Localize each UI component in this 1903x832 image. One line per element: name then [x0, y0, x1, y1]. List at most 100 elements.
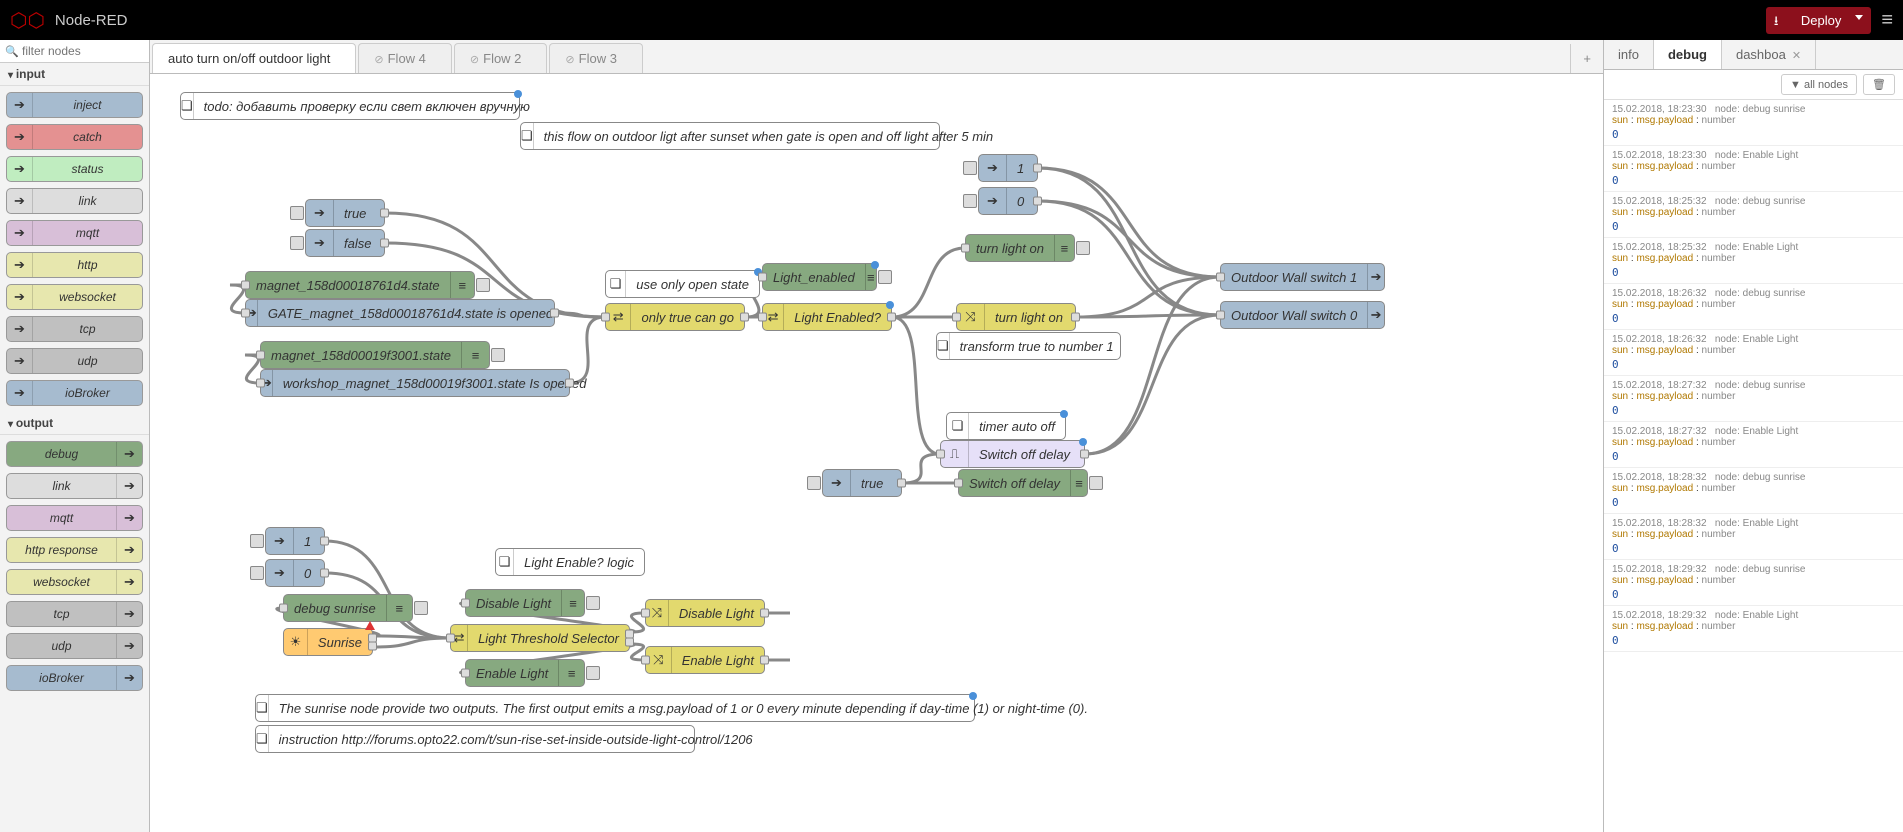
inject-button[interactable]: [963, 194, 977, 208]
tab-dashboard[interactable]: dashboa✕: [1722, 40, 1816, 69]
palette-node-http-response[interactable]: http response➔: [6, 537, 143, 563]
flow-tab[interactable]: ⊘Flow 3: [549, 43, 643, 73]
switch-node[interactable]: ⇄Light Enabled?: [762, 303, 892, 331]
tab-debug[interactable]: debug: [1654, 40, 1722, 69]
inject-0[interactable]: ➔0: [265, 559, 325, 587]
inject-true[interactable]: ➔true: [305, 199, 385, 227]
debug-message[interactable]: 15.02.2018, 18:27:32 node: debug sunrise…: [1604, 376, 1903, 422]
debug-message[interactable]: 15.02.2018, 18:29:32 node: debug sunrise…: [1604, 560, 1903, 606]
switch-node[interactable]: ⇄only true can go: [605, 303, 745, 331]
comment-icon: ❏: [521, 123, 534, 149]
palette-node-link[interactable]: ➔link: [6, 188, 143, 214]
debug-message[interactable]: 15.02.2018, 18:23:30 node: Enable Lights…: [1604, 146, 1903, 192]
inject-button[interactable]: [250, 534, 264, 548]
comment-node[interactable]: ❏transform true to number 1: [936, 332, 1121, 360]
debug-toggle[interactable]: [476, 278, 490, 292]
iobroker-out[interactable]: Outdoor Wall switch 0➔: [1220, 301, 1385, 329]
palette-search-input[interactable]: [0, 40, 149, 63]
debug-message-list[interactable]: 15.02.2018, 18:23:30 node: debug sunrise…: [1604, 100, 1903, 832]
palette-category-output[interactable]: output: [0, 412, 149, 435]
debug-node[interactable]: magnet_158d00019f3001.state≡: [260, 341, 490, 369]
inject-button[interactable]: [250, 566, 264, 580]
palette-category-input[interactable]: input: [0, 63, 149, 86]
debug-node[interactable]: Disable Light≡: [465, 589, 585, 617]
debug-toggle[interactable]: [414, 601, 428, 615]
inject-true[interactable]: ➔true: [822, 469, 902, 497]
debug-toggle[interactable]: [586, 666, 600, 680]
inject-false[interactable]: ➔false: [305, 229, 385, 257]
debug-message[interactable]: 15.02.2018, 18:28:32 node: debug sunrise…: [1604, 468, 1903, 514]
flow-tab[interactable]: auto turn on/off outdoor light: [152, 43, 356, 73]
palette-node-ioBroker[interactable]: ioBroker➔: [6, 665, 143, 691]
debug-message[interactable]: 15.02.2018, 18:26:32 node: debug sunrise…: [1604, 284, 1903, 330]
debug-message[interactable]: 15.02.2018, 18:25:32 node: Enable Lights…: [1604, 238, 1903, 284]
comment-node[interactable]: ❏timer auto off: [946, 412, 1066, 440]
arrow-icon: ➔: [823, 470, 851, 496]
comment-node[interactable]: ❏this flow on outdoor ligt after sunset …: [520, 122, 940, 150]
debug-message[interactable]: 15.02.2018, 18:28:32 node: Enable Lights…: [1604, 514, 1903, 560]
palette-node-tcp[interactable]: tcp➔: [6, 601, 143, 627]
change-node[interactable]: ⤨Enable Light: [645, 646, 765, 674]
close-icon[interactable]: ✕: [1792, 50, 1801, 62]
sunrise-node[interactable]: ☀Sunrise: [283, 628, 373, 656]
debug-toggle[interactable]: [1076, 241, 1090, 255]
inject-button[interactable]: [290, 206, 304, 220]
inject-button[interactable]: [807, 476, 821, 490]
palette-node-mqtt[interactable]: mqtt➔: [6, 505, 143, 531]
add-flow-button[interactable]: +: [1570, 44, 1603, 73]
palette-node-debug[interactable]: debug➔: [6, 441, 143, 467]
debug-message[interactable]: 15.02.2018, 18:23:30 node: debug sunrise…: [1604, 100, 1903, 146]
iobroker-node[interactable]: ➔GATE_magnet_158d00018761d4.state is ope…: [245, 299, 555, 327]
inject-0[interactable]: ➔0: [978, 187, 1038, 215]
debug-toggle[interactable]: [878, 270, 892, 284]
comment-node[interactable]: ❏The sunrise node provide two outputs. T…: [255, 694, 975, 722]
comment-node[interactable]: ❏todo: добавить проверку если свет включ…: [180, 92, 520, 120]
iobroker-out[interactable]: Outdoor Wall switch 1➔: [1220, 263, 1385, 291]
palette-node-inject[interactable]: ➔inject: [6, 92, 143, 118]
debug-message[interactable]: 15.02.2018, 18:25:32 node: debug sunrise…: [1604, 192, 1903, 238]
palette-node-websocket[interactable]: websocket➔: [6, 569, 143, 595]
debug-node[interactable]: turn light on≡: [965, 234, 1075, 262]
change-node[interactable]: ⤨Disable Light: [645, 599, 765, 627]
trigger-node[interactable]: ⎍Switch off delay: [940, 440, 1085, 468]
debug-node[interactable]: Switch off delay≡: [958, 469, 1088, 497]
canvas[interactable]: ❏todo: добавить проверку если свет включ…: [150, 74, 1603, 832]
debug-node[interactable]: debug sunrise≡: [283, 594, 413, 622]
debug-message[interactable]: 15.02.2018, 18:27:32 node: Enable Lights…: [1604, 422, 1903, 468]
palette-node-tcp[interactable]: ➔tcp: [6, 316, 143, 342]
flow-tab[interactable]: ⊘Flow 2: [454, 43, 548, 73]
debug-message[interactable]: 15.02.2018, 18:29:32 node: Enable Lights…: [1604, 606, 1903, 652]
switch-node[interactable]: ⇄Light Threshold Selector: [450, 624, 630, 652]
inject-button[interactable]: [290, 236, 304, 250]
debug-node[interactable]: Enable Light≡: [465, 659, 585, 687]
clear-debug-button[interactable]: 🗑: [1863, 74, 1895, 95]
debug-toggle[interactable]: [1089, 476, 1103, 490]
palette-node-status[interactable]: ➔status: [6, 156, 143, 182]
palette-node-link[interactable]: link➔: [6, 473, 143, 499]
inject-1[interactable]: ➔1: [265, 527, 325, 555]
palette-node-udp[interactable]: udp➔: [6, 633, 143, 659]
inject-button[interactable]: [963, 161, 977, 175]
palette-node-websocket[interactable]: ➔websocket: [6, 284, 143, 310]
palette-node-mqtt[interactable]: ➔mqtt: [6, 220, 143, 246]
palette-node-udp[interactable]: ➔udp: [6, 348, 143, 374]
tab-info[interactable]: info: [1604, 40, 1654, 69]
palette-node-catch[interactable]: ➔catch: [6, 124, 143, 150]
flow-tab[interactable]: ⊘Flow 4: [358, 43, 452, 73]
filter-all-nodes[interactable]: ▼ all nodes: [1781, 74, 1857, 95]
menu-icon[interactable]: ≡: [1881, 9, 1893, 32]
palette-node-ioBroker[interactable]: ➔ioBroker: [6, 380, 143, 406]
debug-message[interactable]: 15.02.2018, 18:26:32 node: Enable Lights…: [1604, 330, 1903, 376]
palette-node-http[interactable]: ➔http: [6, 252, 143, 278]
debug-toggle[interactable]: [586, 596, 600, 610]
inject-1[interactable]: ➔1: [978, 154, 1038, 182]
iobroker-node[interactable]: ➔workshop_magnet_158d00019f3001.state Is…: [260, 369, 570, 397]
comment-node[interactable]: ❏instruction http://forums.opto22.com/t/…: [255, 725, 695, 753]
debug-node[interactable]: Light_enabled≡: [762, 263, 877, 291]
debug-node[interactable]: magnet_158d00018761d4.state≡: [245, 271, 475, 299]
comment-node[interactable]: ❏Light Enable? logic: [495, 548, 645, 576]
change-node[interactable]: ⤨turn light on: [956, 303, 1076, 331]
deploy-button[interactable]: ⭳ Deploy: [1766, 7, 1871, 34]
debug-toggle[interactable]: [491, 348, 505, 362]
comment-node[interactable]: ❏use only open state: [605, 270, 760, 298]
